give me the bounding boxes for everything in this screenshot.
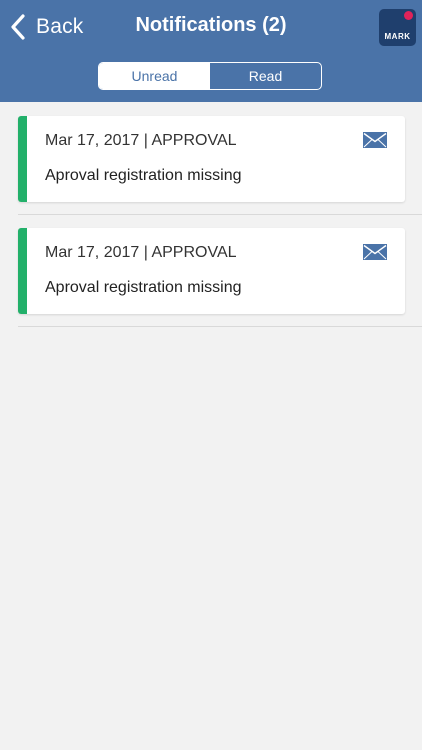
notification-message: Aproval registration missing	[45, 279, 242, 296]
list-divider	[18, 214, 422, 215]
status-stripe	[18, 228, 27, 314]
list-divider	[18, 326, 422, 327]
envelope-icon	[363, 132, 387, 148]
tab-read[interactable]: Read	[210, 63, 321, 89]
mark-logo: MARK	[379, 9, 416, 46]
logo-text: MARK	[384, 32, 411, 41]
tab-unread[interactable]: Unread	[99, 63, 210, 89]
tab-segmented-control: Unread Read	[98, 62, 322, 90]
logo-dot	[404, 11, 413, 20]
notification-card[interactable]: Mar 17, 2017 | APPROVAL Aproval registra…	[18, 116, 405, 202]
envelope-icon	[363, 244, 387, 260]
notification-meta: Mar 17, 2017 | APPROVAL	[45, 132, 237, 149]
notification-meta: Mar 17, 2017 | APPROVAL	[45, 244, 237, 261]
page-title: Notifications (2)	[135, 14, 287, 36]
notification-card[interactable]: Mar 17, 2017 | APPROVAL Aproval registra…	[18, 228, 405, 314]
navigation-header: Back Notifications (2) MARK Unread Read	[0, 0, 422, 102]
notification-message: Aproval registration missing	[45, 167, 242, 184]
status-stripe	[18, 116, 27, 202]
